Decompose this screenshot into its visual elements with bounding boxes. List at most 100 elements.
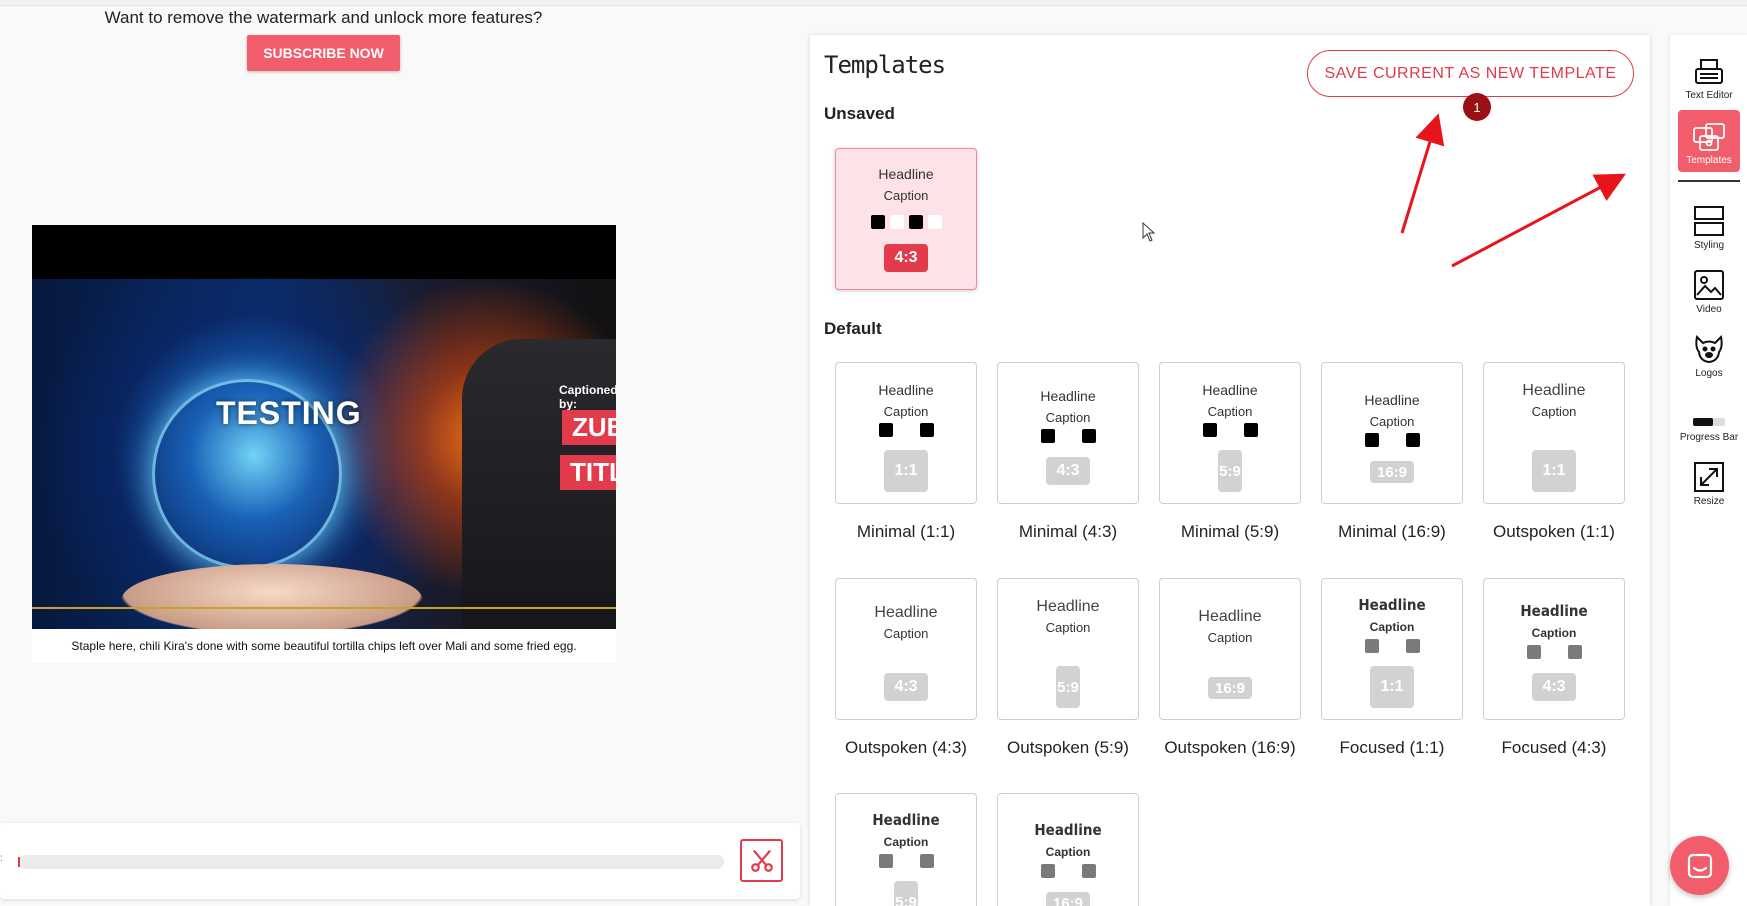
- card-ratio-badge: 4:3: [1532, 673, 1576, 701]
- card-ratio-badge: 5:9: [1218, 450, 1242, 492]
- card-ratio-badge: 16:9: [1208, 677, 1252, 699]
- progress-bar-icon: [1693, 418, 1725, 426]
- template-card-focused-5-9[interactable]: Headline Caption 5:9: [835, 793, 977, 906]
- annotation-badge: 1: [1463, 93, 1491, 121]
- rail-label: Styling: [1693, 240, 1724, 251]
- panel-title: Templates: [824, 51, 946, 79]
- template-card-focused-1-1[interactable]: Headline Caption 1:1: [1321, 578, 1463, 720]
- card-dots: [1322, 639, 1462, 653]
- card-caption: Caption: [883, 188, 929, 203]
- card-caption: Caption: [1369, 620, 1415, 634]
- timeline-edge-marker: :: [0, 853, 3, 864]
- card-headline: Headline: [1202, 382, 1258, 398]
- default-heading: Default: [824, 319, 882, 338]
- subtitle-bar: Staple here, chili Kira's done with some…: [32, 629, 616, 663]
- rail-progress-bar[interactable]: Progress Bar: [1678, 387, 1740, 449]
- card-headline: Headline: [1522, 382, 1586, 399]
- template-card-minimal-5-9[interactable]: Headline Caption 5:9: [1159, 362, 1301, 504]
- template-card-outspoken-1-1[interactable]: Headline Caption 1:1: [1483, 362, 1625, 504]
- rail-label: Video: [1696, 304, 1722, 315]
- rail-resize[interactable]: Resize: [1678, 451, 1740, 513]
- timeline-panel: :: [0, 823, 800, 899]
- card-caption: Caption: [1045, 845, 1091, 859]
- template-card-minimal-4-3[interactable]: Headline Caption 4:3: [997, 362, 1139, 504]
- video-preview[interactable]: TESTING Captioned by: ZUB- TITLE: [32, 225, 616, 629]
- card-caption: Caption: [1045, 620, 1091, 635]
- card-headline: Headline: [872, 811, 940, 829]
- card-headline: Headline: [1036, 598, 1100, 615]
- rail-label: Text Editor: [1685, 90, 1733, 101]
- card-ratio-badge: 4:3: [1046, 457, 1090, 485]
- mouse-cursor-icon: [1142, 222, 1156, 242]
- brand-tag-line2: TITLE: [560, 455, 616, 490]
- card-ratio-badge: 1:1: [1370, 666, 1414, 708]
- card-caption: Caption: [1531, 626, 1577, 640]
- card-dots: [1322, 433, 1462, 447]
- card-dots: [998, 864, 1138, 878]
- unsaved-heading: Unsaved: [824, 104, 895, 123]
- card-caption: Caption: [883, 404, 929, 419]
- card-headline: Headline: [1198, 608, 1262, 625]
- card-headline: Headline: [1358, 596, 1426, 614]
- card-caption: Caption: [1045, 410, 1091, 425]
- card-caption: Caption: [1207, 404, 1253, 419]
- card-headline: Headline: [1040, 388, 1096, 404]
- template-card-minimal-1-1[interactable]: Headline Caption 1:1: [835, 362, 977, 504]
- image-icon: [1694, 270, 1724, 300]
- rail-text-editor[interactable]: Text Editor: [1678, 45, 1740, 107]
- card-ratio-badge: 5:9: [894, 881, 918, 906]
- card-label: Focused (4:3): [1501, 738, 1607, 757]
- card-ratio-badge: 1:1: [1532, 450, 1576, 492]
- card-caption: Caption: [1369, 414, 1415, 429]
- styling-icon: [1694, 206, 1724, 236]
- subscribe-now-button[interactable]: SUBSCRIBE NOW: [247, 35, 400, 71]
- timeline-playhead[interactable]: [18, 857, 20, 867]
- timeline-track[interactable]: [18, 855, 724, 869]
- promo-text: Want to remove the watermark and unlock …: [104, 8, 543, 27]
- card-label: Minimal (16:9): [1338, 522, 1446, 541]
- card-headline: Headline: [874, 604, 938, 621]
- card-ratio-badge: 1:1: [884, 450, 928, 492]
- card-label: Outspoken (5:9): [1007, 738, 1129, 757]
- tool-rail: Text Editor Templates Styling Video Logo…: [1670, 35, 1747, 906]
- card-ratio-badge: 5:9: [1056, 666, 1080, 708]
- card-headline: Headline: [1520, 602, 1588, 620]
- template-card-outspoken-16-9[interactable]: Headline Caption 16:9: [1159, 578, 1301, 720]
- unsaved-template-card[interactable]: Headline Caption 4:3: [835, 148, 977, 290]
- template-card-outspoken-5-9[interactable]: Headline Caption 5:9: [997, 578, 1139, 720]
- rail-templates[interactable]: Templates: [1678, 110, 1740, 172]
- card-dots: [1160, 423, 1300, 437]
- card-label: Minimal (1:1): [856, 522, 956, 541]
- scissors-icon: [750, 849, 773, 872]
- card-headline: Headline: [878, 166, 934, 182]
- resize-icon: [1694, 462, 1724, 492]
- card-dots: [836, 215, 976, 229]
- chat-launcher-button[interactable]: [1670, 836, 1729, 895]
- rail-styling[interactable]: Styling: [1678, 195, 1740, 257]
- card-dots: [836, 423, 976, 437]
- template-card-focused-4-3[interactable]: Headline Caption 4:3: [1483, 578, 1625, 720]
- rail-label: Templates: [1686, 155, 1732, 166]
- card-ratio-badge: 4:3: [884, 673, 928, 701]
- cut-button[interactable]: [740, 839, 783, 882]
- card-ratio-badge: 4:3: [884, 244, 928, 272]
- card-label: Minimal (5:9): [1180, 522, 1280, 541]
- rail-divider: [1678, 180, 1740, 182]
- save-as-template-button[interactable]: SAVE CURRENT AS NEW TEMPLATE: [1307, 50, 1634, 97]
- card-ratio-badge: 16:9: [1370, 461, 1414, 483]
- templates-icon: [1693, 123, 1725, 151]
- card-headline: Headline: [1034, 821, 1102, 839]
- watermark-promo: Want to remove the watermark and unlock …: [0, 8, 647, 71]
- template-card-focused-16-9[interactable]: Headline Caption 16:9: [997, 793, 1139, 906]
- card-label: Minimal (4:3): [1018, 522, 1118, 541]
- rail-video[interactable]: Video: [1678, 259, 1740, 321]
- template-card-minimal-16-9[interactable]: Headline Caption 16:9: [1321, 362, 1463, 504]
- rail-label: Progress Bar: [1679, 432, 1739, 443]
- rail-label: Resize: [1693, 496, 1725, 507]
- hand-graphic: [122, 564, 422, 629]
- card-label: Outspoken (16:9): [1164, 738, 1296, 757]
- template-card-outspoken-4-3[interactable]: Headline Caption 4:3: [835, 578, 977, 720]
- brand-tag-line1: ZUB-: [562, 410, 616, 445]
- video-progress-line: [32, 607, 616, 609]
- rail-logos[interactable]: Logos: [1678, 323, 1740, 385]
